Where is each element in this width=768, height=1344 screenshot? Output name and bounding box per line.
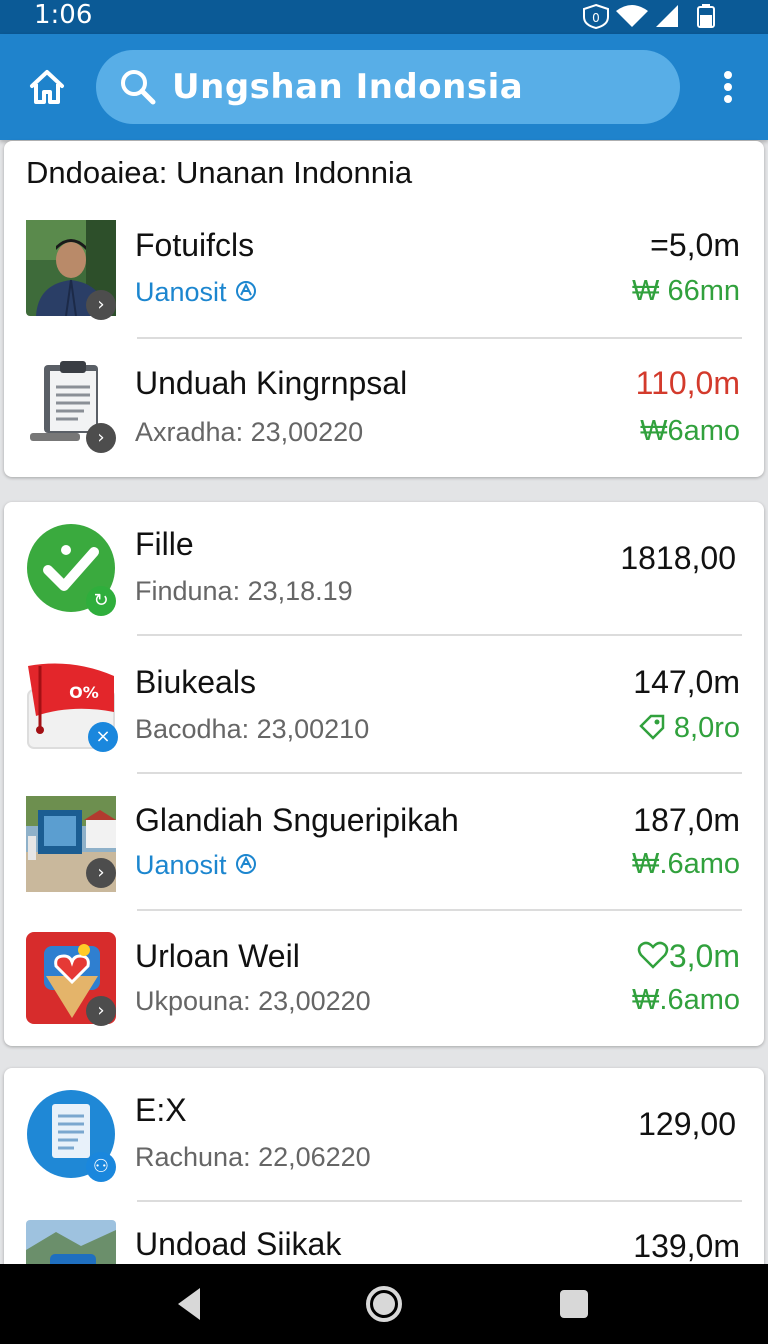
item-subtitle: Axradha: 23,00220 (135, 417, 364, 447)
person-thumbnail: › (26, 220, 116, 320)
document-thumbnail: ⚇ (26, 1088, 116, 1184)
clipboard-thumbnail: › (26, 357, 116, 453)
item-subtitle: Finduna: 23,18.19 (135, 576, 353, 606)
list-item[interactable]: › Unduah Kingrnpsal Axradha: 23,00220 11… (4, 347, 764, 477)
wifi-icon (616, 5, 648, 27)
back-icon[interactable] (168, 1282, 212, 1326)
result-card-2: ↻ Fille Finduna: 23,18.19 1818,00 O% × B… (4, 502, 764, 1046)
item-amount: 110,0m (635, 365, 740, 401)
search-bar[interactable]: Ungshan Indonsia (96, 50, 680, 124)
status-time: 1:06 (34, 0, 93, 30)
recents-icon[interactable] (552, 1282, 596, 1326)
list-item[interactable]: › Glandiah Snguеripikah Uanosit 187,0m ₩… (4, 778, 764, 908)
list-item[interactable]: › Urloan Weil Ukpouna: 23,00220 3,0m ₩.6… (4, 914, 764, 1044)
list-item[interactable]: › Fotuifcls Uanosit =5,0m ₩ 66mn (4, 213, 764, 343)
item-amount: 1818,00 (620, 540, 736, 576)
item-subtitle: Uanosit (135, 277, 258, 308)
item-subtitle: Uanosit (135, 850, 258, 881)
item-name: Fille (135, 526, 194, 562)
search-icon (121, 70, 156, 105)
item-subtitle: Ukpouna: 23,00220 (135, 986, 371, 1016)
item-secondary-amount: 8,0ro (638, 712, 740, 745)
discount-thumbnail: O% × (26, 660, 118, 756)
card-title: Dndoaiea: Unanan Indonnia (26, 155, 413, 190)
item-name: Urloan Weil (135, 938, 300, 974)
system-nav-bar (0, 1264, 768, 1344)
more-vert-icon (714, 71, 742, 103)
item-amount: 187,0m (633, 802, 740, 838)
divider (137, 634, 742, 636)
status-icons: 0 (583, 3, 715, 29)
person-icon: ⚇ (86, 1152, 116, 1182)
list-item[interactable]: ⚇ E:X Rachuna: 22,06220 129,00 (4, 1068, 764, 1198)
item-amount: 139,0m (633, 1228, 740, 1264)
home-button[interactable] (24, 64, 70, 110)
search-query[interactable]: Ungshan Indonsia (172, 50, 523, 124)
item-amount: 147,0m (633, 664, 740, 700)
item-name: Fotuifcls (135, 227, 255, 263)
item-name: Glandiah Snguеripikah (135, 802, 459, 838)
divider (137, 909, 742, 911)
chevron-right-icon: › (86, 423, 116, 453)
shield-icon: 0 (583, 3, 609, 29)
verified-icon (236, 281, 257, 301)
divider (137, 772, 742, 774)
discount-label: O% (69, 683, 99, 702)
item-name: E:X (135, 1092, 187, 1128)
signal-icon (656, 5, 678, 27)
item-secondary-amount: ₩.6amo (632, 984, 740, 1016)
item-name: Unduah Kingrnpsal (135, 365, 408, 401)
more-options-button[interactable] (714, 68, 742, 108)
list-item[interactable]: O% × Biukeals Bacodha: 23,00210 147,0m 8… (4, 640, 764, 770)
divider (137, 1200, 742, 1202)
chevron-right-icon: › (86, 290, 116, 320)
heart-thumbnail: › (26, 932, 116, 1028)
item-amount: =5,0m (650, 227, 740, 263)
item-secondary-amount: ₩6amo (640, 415, 740, 447)
heart-outline-icon (637, 941, 669, 969)
verified-icon (236, 854, 257, 874)
item-name: Biukeals (135, 664, 256, 700)
close-icon: × (88, 722, 118, 752)
app-bar: Ungshan Indonsia (0, 34, 768, 140)
home-icon (30, 70, 64, 104)
item-subtitle: Rachuna: 22,06220 (135, 1142, 371, 1172)
result-card-1: Dndoaiea: Unanan Indonnia › Fotuifcls Ua… (4, 141, 764, 477)
item-secondary-amount: ₩ 66mn (632, 275, 740, 307)
home-circle-icon[interactable] (362, 1282, 406, 1326)
sync-icon: ↻ (86, 586, 116, 616)
item-subtitle: Bacodha: 23,00210 (135, 714, 370, 744)
item-name: Undoad Siikak (135, 1226, 342, 1262)
item-secondary-amount: ₩.6amo (632, 848, 740, 880)
status-bar: 1:06 0 (0, 0, 768, 34)
item-amount: 129,00 (638, 1106, 736, 1142)
list-item[interactable]: ↻ Fille Finduna: 23,18.19 1818,00 (4, 502, 764, 632)
svg-text:0: 0 (592, 11, 600, 25)
chevron-right-icon: › (86, 996, 116, 1026)
result-card-3: ⚇ E:X Rachuna: 22,06220 129,00 Undoad Si… (4, 1068, 764, 1278)
building-thumbnail: › (26, 796, 116, 892)
battery-icon (697, 4, 715, 28)
divider (137, 337, 742, 339)
check-thumbnail: ↻ (26, 522, 116, 618)
chevron-right-icon: › (86, 858, 116, 888)
item-amount: 3,0m (637, 938, 740, 975)
tag-icon (639, 714, 665, 740)
